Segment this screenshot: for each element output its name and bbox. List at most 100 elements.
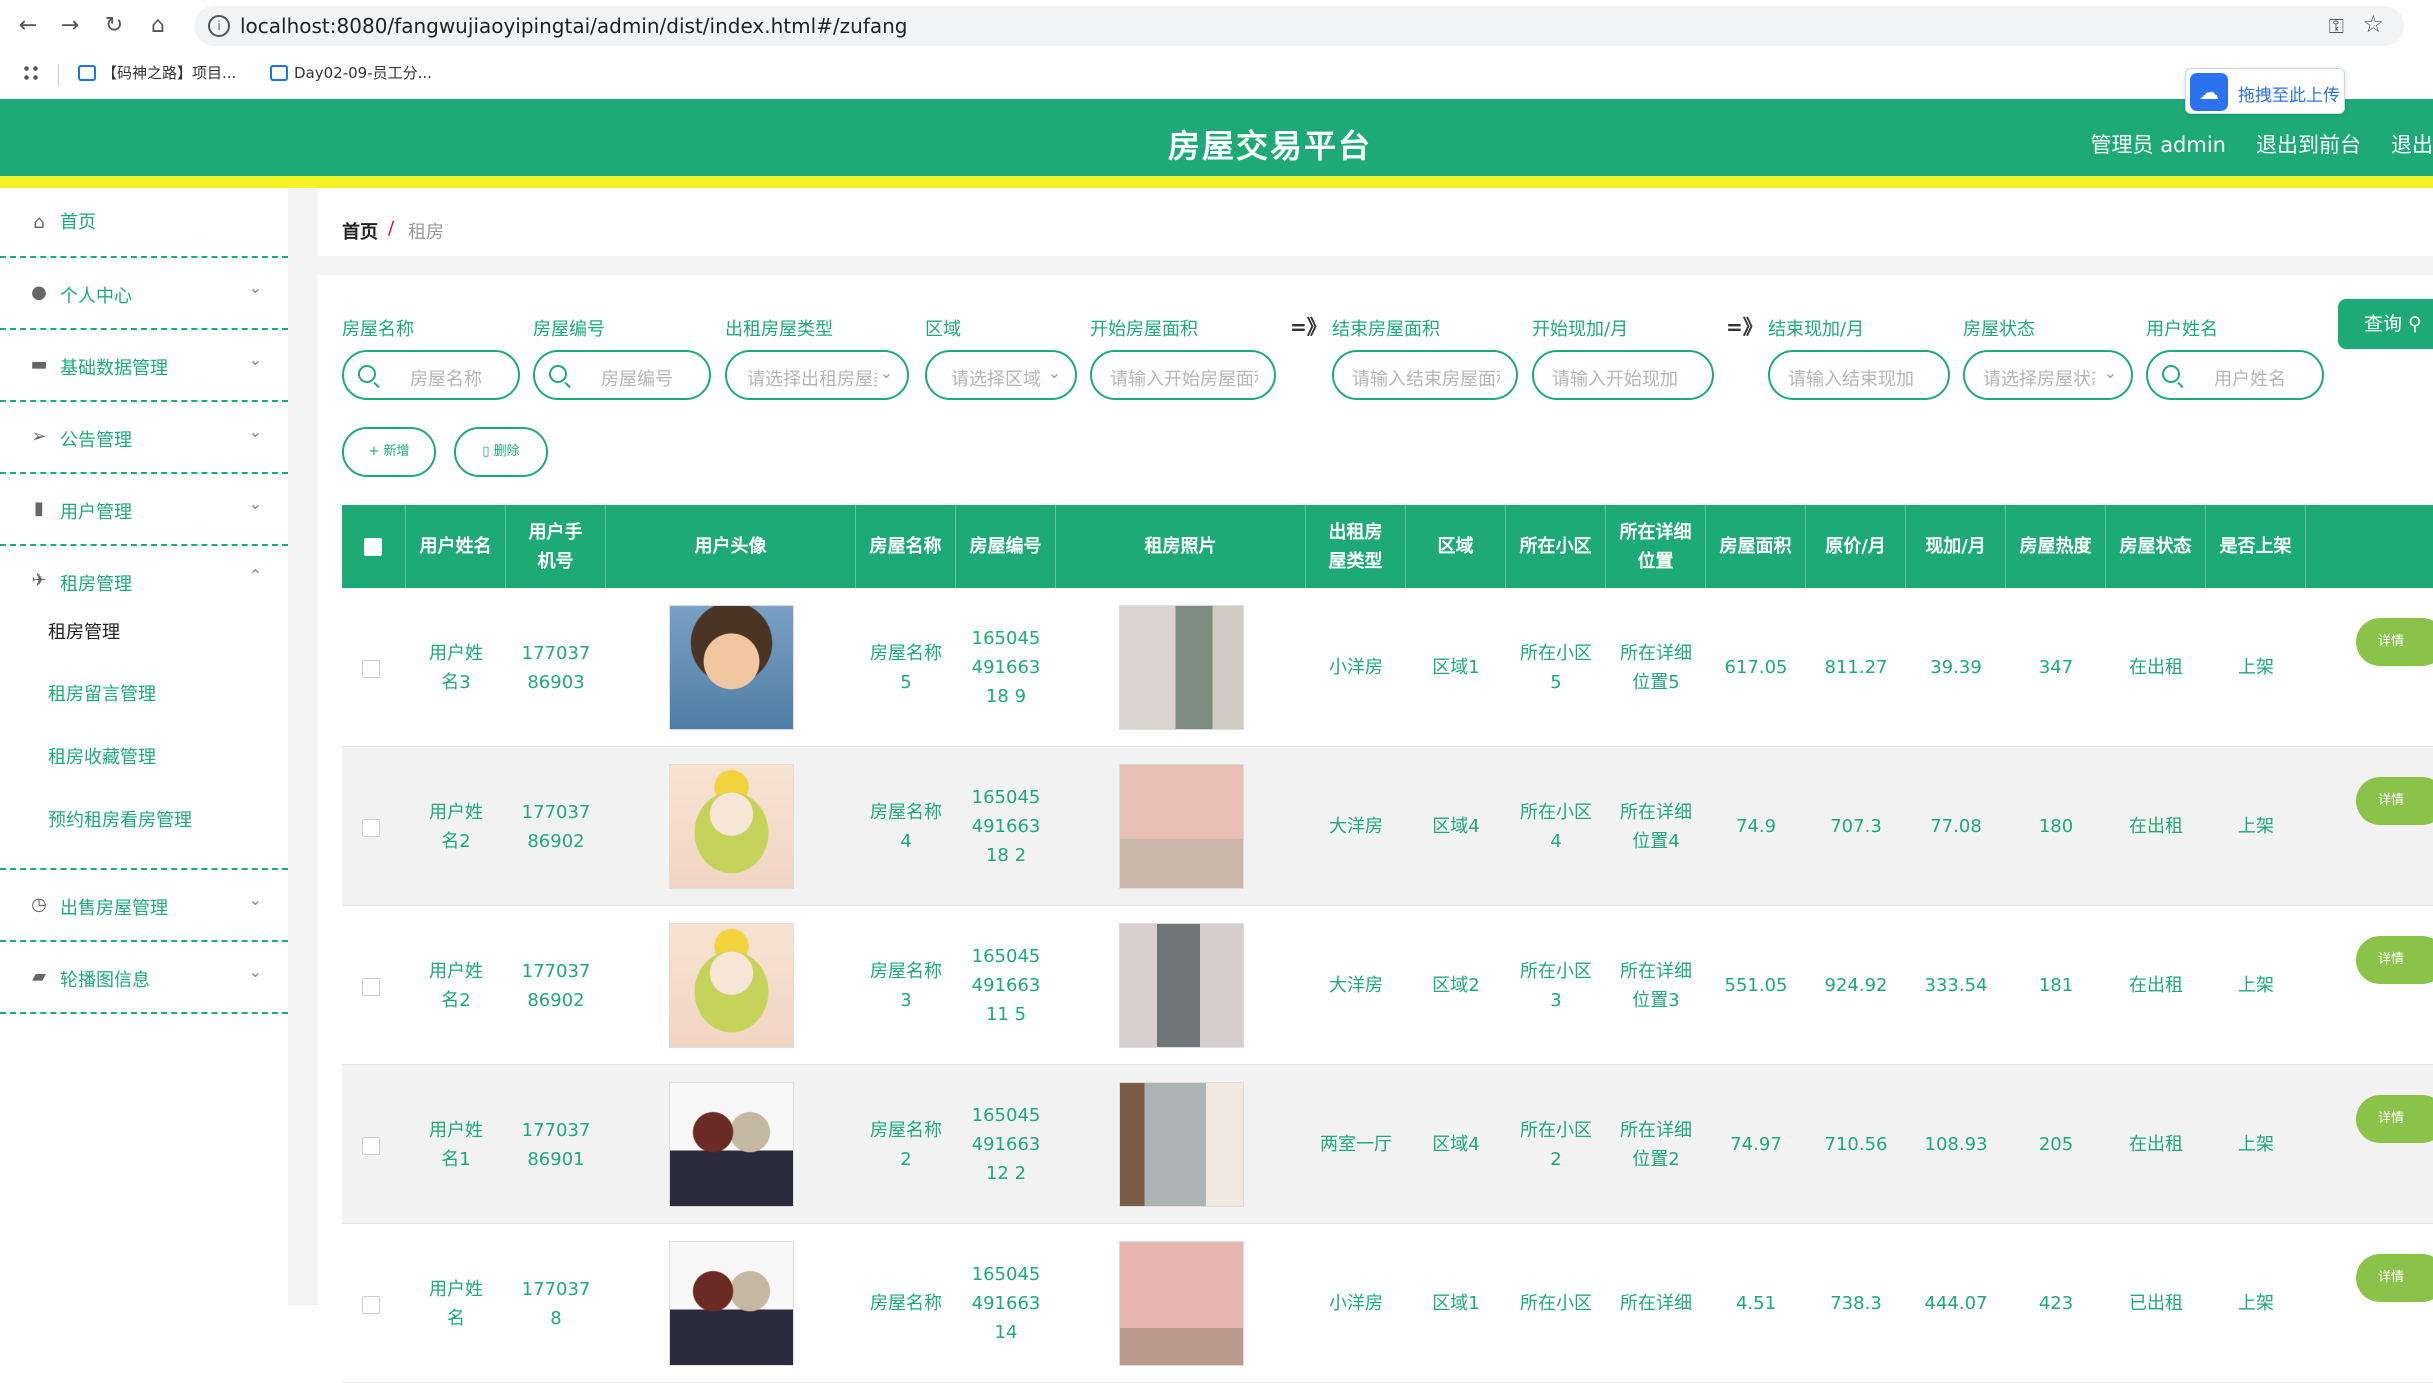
chevron-down-icon: ⌄ — [2103, 363, 2117, 382]
filter-label: 区域 — [925, 319, 961, 340]
range-arrow: =》 — [1290, 315, 1327, 339]
cell-avatar — [606, 747, 856, 906]
cell-name: 用户姓名2 — [429, 960, 483, 1011]
row-checkbox[interactable] — [362, 819, 380, 837]
detail-button[interactable]: 详情 — [2356, 777, 2433, 825]
user-avatar-image[interactable] — [668, 764, 794, 889]
cell-phone: 17703786902 — [521, 960, 591, 1011]
detail-button[interactable]: 详情 — [2356, 936, 2433, 984]
user-name-input[interactable]: 用户姓名 — [2146, 350, 2324, 400]
rental-photo-image[interactable] — [1118, 605, 1244, 730]
add-button[interactable]: + 新增 — [342, 427, 436, 477]
row-checkbox[interactable] — [362, 660, 380, 678]
input-placeholder: 请输入结束现加 — [1788, 369, 1914, 390]
rental-photo-image[interactable] — [1118, 1241, 1244, 1366]
bookmark-item[interactable]: 【码神之路】项目... — [78, 62, 236, 83]
header-stripe — [0, 176, 2433, 188]
submenu-rental-favorites[interactable]: 租房收藏管理 — [48, 743, 156, 769]
column-header: 用户手机号 — [506, 505, 606, 588]
select-all-checkbox[interactable] — [364, 538, 382, 556]
cell-shelf: 上架 — [2238, 816, 2274, 837]
house-name-input[interactable]: 房屋名称 — [342, 350, 520, 400]
user-avatar-image[interactable] — [668, 1082, 794, 1207]
house-code-input[interactable]: 房屋编号 — [533, 350, 711, 400]
row-checkbox[interactable] — [362, 978, 380, 996]
apps-grid-icon[interactable] — [22, 64, 40, 82]
sidebar-item-rental[interactable]: ✈ 租房管理 ⌃ — [0, 546, 288, 618]
sidebar-item-carousel[interactable]: ▰ 轮播图信息 ⌄ — [0, 942, 288, 1014]
sidebar-item-home[interactable]: ⌂ 首页 — [0, 188, 288, 258]
address-bar[interactable]: i localhost:8080/fangwujiaoyipingtai/adm… — [194, 6, 2404, 46]
chevron-up-icon: ⌃ — [248, 566, 262, 585]
query-button[interactable]: 查询 ⚲ — [2338, 299, 2433, 349]
sidebar-item-label: 用户管理 — [60, 502, 132, 523]
breadcrumb-current: 租房 — [408, 222, 444, 243]
input-placeholder: 请输入开始现加 — [1552, 369, 1678, 390]
detail-button[interactable]: 详情 — [2356, 1254, 2433, 1302]
bookmark-star-icon[interactable]: ☆ — [2362, 10, 2384, 38]
house-status-select[interactable]: 请选择房屋状态 ⌄ — [1963, 350, 2133, 400]
breadcrumb-separator: / — [388, 218, 395, 239]
cell-location: 所在详细 — [1620, 1293, 1692, 1314]
rental-photo-image[interactable] — [1118, 1082, 1244, 1207]
cell-name: 用户姓名 — [429, 1278, 483, 1329]
area-start-input[interactable]: 请输入开始房屋面积 — [1090, 350, 1276, 400]
region-select[interactable]: 请选择区域 ⌄ — [925, 350, 1077, 400]
user-avatar-image[interactable] — [668, 923, 794, 1048]
header-select-all[interactable] — [342, 505, 406, 588]
cell-type: 大洋房 — [1329, 975, 1383, 996]
baidu-upload-button[interactable]: ☁ 拖拽至此上传 — [2185, 68, 2345, 114]
cell-code: 16504549166312 2 — [971, 1105, 1041, 1184]
sidebar-item-label: 租房管理 — [60, 574, 132, 595]
price-end-input[interactable]: 请输入结束现加 — [1768, 350, 1950, 400]
chevron-down-icon: ⌄ — [248, 890, 262, 909]
filter-label: 结束房屋面积 — [1332, 319, 1440, 340]
rental-photo-image[interactable] — [1118, 923, 1244, 1048]
cell-phone: 17703786903 — [521, 642, 591, 693]
back-to-front-link[interactable]: 退出到前台 — [2256, 129, 2361, 159]
delete-button[interactable]: ▯ 删除 — [454, 427, 548, 477]
row-checkbox[interactable] — [362, 1137, 380, 1155]
logout-link[interactable]: 退出 — [2391, 129, 2433, 159]
filter-label: 用户姓名 — [2146, 319, 2218, 340]
sidebar-item-notices[interactable]: ➢ 公告管理 ⌄ — [0, 402, 288, 474]
table-body: 用户姓名3 17703786903 房屋名称5 16504549166318 9 小洋房… — [342, 588, 2433, 1383]
cell-community: 所在小区 — [1520, 1293, 1592, 1314]
reload-icon[interactable]: ↻ — [100, 12, 128, 40]
submenu-rental-booking[interactable]: 预约租房看房管理 — [48, 806, 192, 832]
detail-label: 详情 — [2378, 793, 2405, 808]
column-header: 现加/月 — [1906, 505, 2006, 588]
row-checkbox[interactable] — [362, 1296, 380, 1314]
cell-status: 在出租 — [2129, 657, 2183, 678]
table-row: 用户姓名1 17703786901 房屋名称2 16504549166312 2 两室一… — [342, 1065, 2433, 1224]
password-key-icon[interactable]: ⚿ — [2329, 14, 2344, 38]
query-label: 查询 — [2364, 313, 2403, 335]
cell-now: 444.07 — [1924, 1293, 1988, 1314]
sidebar-item-sale[interactable]: ◷ 出售房屋管理 ⌄ — [0, 870, 288, 942]
user-avatar-image[interactable] — [668, 605, 794, 730]
detail-button[interactable]: 详情 — [2356, 1095, 2433, 1143]
detail-button[interactable]: 详情 — [2356, 618, 2433, 666]
back-icon[interactable]: ← — [14, 12, 42, 40]
user-avatar-image[interactable] — [668, 1241, 794, 1366]
submenu-rental-manage[interactable]: 租房管理 — [48, 618, 120, 644]
site-info-icon[interactable]: i — [208, 15, 230, 37]
search-icon — [549, 365, 567, 383]
rental-type-select[interactable]: 请选择出租房屋类型 ⌄ — [725, 350, 909, 400]
sidebar-item-base-data[interactable]: ▬ 基础数据管理 ⌄ — [0, 330, 288, 402]
forward-icon[interactable]: → — [56, 12, 84, 40]
price-start-input[interactable]: 请输入开始现加 — [1532, 350, 1714, 400]
column-header: 出租房屋类型 — [1306, 505, 1406, 588]
url-text[interactable]: localhost:8080/fangwujiaoyipingtai/admin… — [240, 14, 908, 38]
trash-icon: ▯ — [482, 444, 490, 459]
rental-photo-image[interactable] — [1118, 764, 1244, 889]
filter-label: 结束现加/月 — [1768, 319, 1865, 340]
submenu-rental-messages[interactable]: 租房留言管理 — [48, 680, 156, 706]
sidebar-item-users[interactable]: ▮ 用户管理 ⌄ — [0, 474, 288, 546]
bookmark-item[interactable]: Day02-09-员工分... — [270, 62, 432, 83]
bookmark-folder-icon — [270, 64, 288, 81]
sidebar-item-profile[interactable]: ● 个人中心 ⌄ — [0, 258, 288, 330]
breadcrumb-home[interactable]: 首页 — [342, 218, 378, 244]
area-end-input[interactable]: 请输入结束房屋面积 — [1332, 350, 1518, 400]
home-page-icon[interactable]: ⌂ — [144, 12, 172, 40]
